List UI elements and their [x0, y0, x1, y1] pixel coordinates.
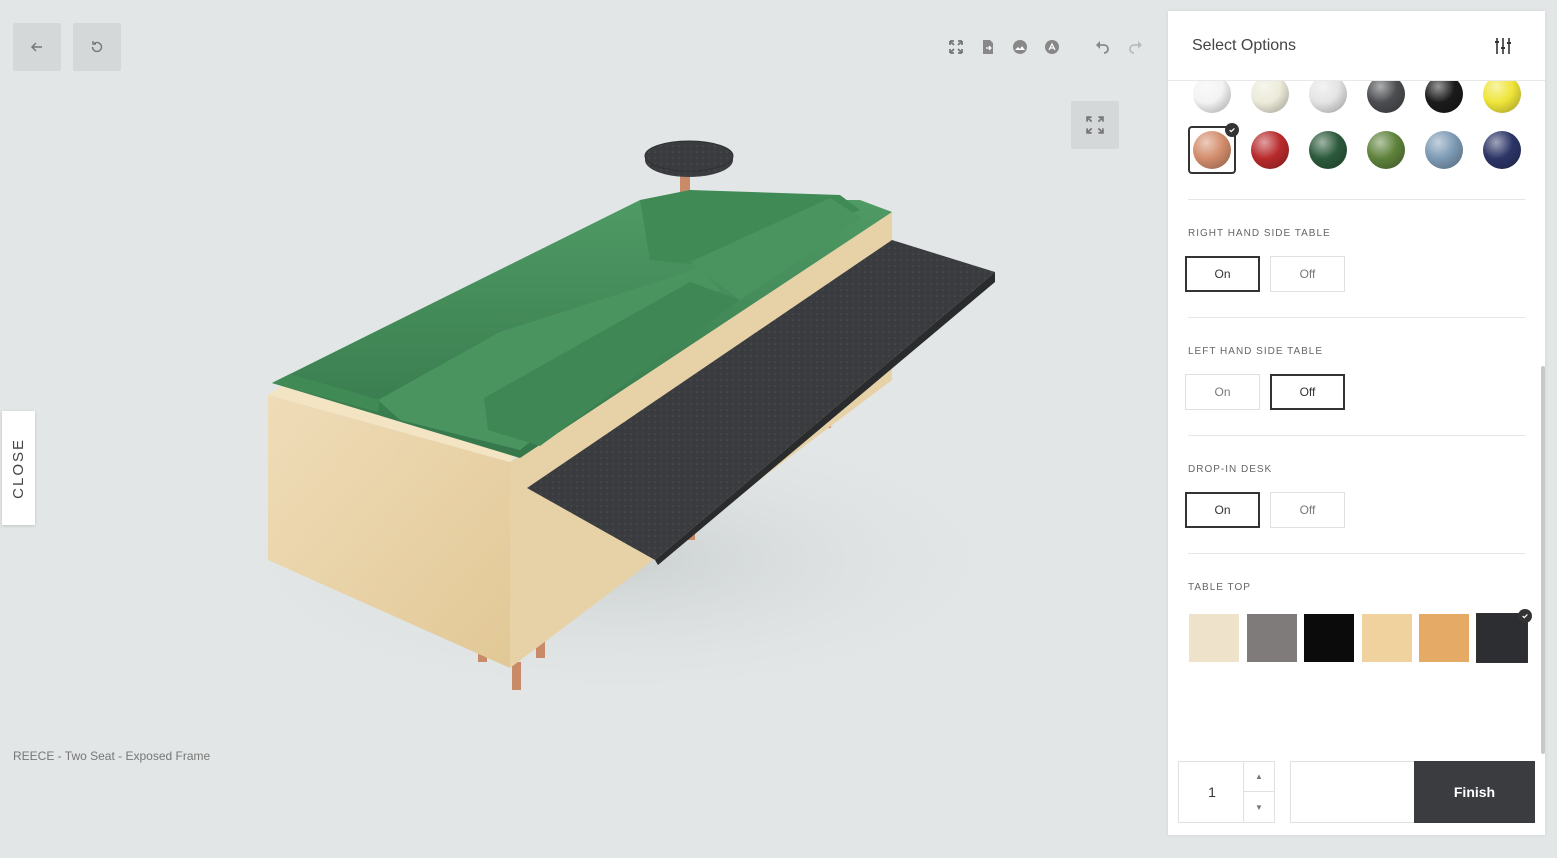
table-top-swatch[interactable] [1189, 614, 1239, 662]
table-top-swatch[interactable] [1304, 614, 1354, 662]
right-table-on-button[interactable]: On [1185, 256, 1260, 292]
fabric-swatch[interactable] [1478, 81, 1526, 118]
left-table-on-button[interactable]: On [1185, 374, 1260, 410]
panel-scroll-area[interactable]: RIGHT HAND SIDE TABLE On Off LEFT HAND S… [1168, 81, 1545, 761]
right-table-off-button[interactable]: Off [1270, 256, 1345, 292]
product-name: REECE - Two Seat - Exposed Frame [13, 749, 211, 763]
drop-in-desk-off-button[interactable]: Off [1270, 492, 1345, 528]
table-top-swatch[interactable] [1361, 614, 1412, 662]
divider [1188, 553, 1525, 554]
drop-in-desk-label: DROP-IN DESK [1188, 464, 1273, 475]
back-button[interactable] [13, 23, 61, 71]
fabric-swatch-color [1425, 131, 1463, 169]
table-top-swatch[interactable] [1419, 614, 1469, 662]
divider [1188, 199, 1525, 200]
checkmark-icon [1225, 123, 1239, 137]
fabric-swatch[interactable] [1188, 123, 1239, 174]
fabric-swatch-color [1193, 81, 1231, 113]
fabric-swatch-color [1483, 81, 1521, 113]
fabric-swatch-color [1309, 131, 1347, 169]
quantity-value[interactable]: 1 [1179, 762, 1245, 822]
fabric-swatch[interactable] [1246, 81, 1294, 118]
reset-icon [91, 41, 103, 53]
viewer-toolbar [947, 38, 1060, 55]
fabric-swatch-color [1483, 131, 1521, 169]
fabric-swatch[interactable] [1304, 81, 1352, 118]
fabric-swatch-color [1251, 81, 1289, 113]
price-display [1290, 761, 1414, 823]
expand-icon [1086, 116, 1104, 134]
fabric-swatch-color [1251, 131, 1289, 169]
undo-icon[interactable] [1093, 38, 1110, 55]
table-top-swatch[interactable] [1475, 609, 1532, 663]
table-top-label: TABLE TOP [1188, 582, 1251, 593]
fabric-swatch[interactable] [1420, 126, 1468, 174]
fabric-swatch-color [1367, 81, 1405, 113]
close-panel-tab[interactable]: CLOSE [2, 411, 35, 525]
fabric-swatch-color [1193, 131, 1231, 169]
sofa-3d-render[interactable] [0, 0, 1168, 858]
divider [1188, 435, 1525, 436]
fabric-swatch[interactable] [1478, 126, 1526, 174]
fabric-swatch-color [1309, 81, 1347, 113]
panel-header: Select Options [1168, 11, 1545, 81]
back-arrow-icon [30, 42, 42, 52]
close-label: CLOSE [10, 437, 27, 499]
product-viewer[interactable]: CLOSE REECE - Two Seat - Exposed Frame [0, 0, 1168, 858]
redo-icon[interactable] [1127, 38, 1144, 55]
fullscreen-icon[interactable] [947, 38, 964, 55]
quantity-stepper[interactable]: 1 ▲ ▼ [1178, 761, 1275, 823]
panel-scrollbar[interactable] [1541, 366, 1545, 754]
checkmark-icon [1517, 609, 1532, 623]
fabric-swatch-color [1367, 131, 1405, 169]
fabric-swatch-row [1188, 81, 1526, 118]
table-top-swatch[interactable] [1246, 614, 1297, 662]
drop-in-desk-on-button[interactable]: On [1185, 492, 1260, 528]
quantity-arrows: ▲ ▼ [1243, 762, 1274, 822]
fabric-swatch[interactable] [1246, 126, 1294, 174]
fabric-swatch-color [1425, 81, 1463, 113]
fabric-swatch[interactable] [1188, 81, 1236, 118]
fabric-swatch[interactable] [1362, 81, 1410, 118]
pdf-icon[interactable] [1043, 38, 1060, 55]
options-panel: Select Options RIGHT HAND SIDE TABLE On … [1168, 11, 1545, 835]
right-table-label: RIGHT HAND SIDE TABLE [1188, 228, 1331, 239]
fabric-swatch[interactable] [1362, 126, 1410, 174]
divider [1188, 317, 1525, 318]
panel-title: Select Options [1192, 36, 1297, 54]
left-table-label: LEFT HAND SIDE TABLE [1188, 346, 1324, 357]
fabric-swatch[interactable] [1420, 81, 1468, 118]
reset-button[interactable] [73, 23, 121, 71]
export-file-icon[interactable] [979, 38, 996, 55]
fabric-swatch[interactable] [1304, 126, 1352, 174]
history-toolbar [1093, 38, 1144, 55]
panel-footer: 1 ▲ ▼ Finish [1168, 761, 1545, 835]
finish-button[interactable]: Finish [1414, 761, 1535, 823]
expand-view-button[interactable] [1071, 101, 1119, 149]
quantity-down-icon[interactable]: ▼ [1244, 792, 1274, 822]
sliders-icon[interactable] [1493, 36, 1513, 56]
image-icon[interactable] [1011, 38, 1028, 55]
left-table-off-button[interactable]: Off [1270, 374, 1345, 410]
fabric-swatch-row [1188, 123, 1526, 174]
quantity-up-icon[interactable]: ▲ [1244, 762, 1274, 792]
